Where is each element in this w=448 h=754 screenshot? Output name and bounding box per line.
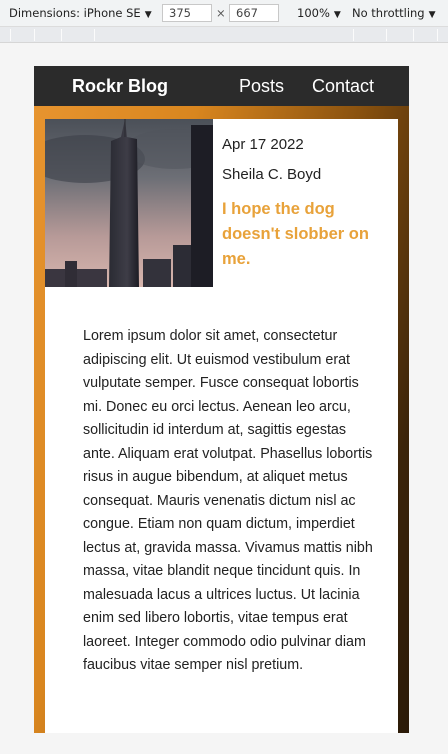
chevron-down-icon: ▼ <box>333 10 341 20</box>
site-header: Rockr Blog Posts Contact <box>34 66 409 106</box>
media-query-ruler[interactable] <box>0 27 448 43</box>
post-author: Sheila C. Boyd <box>222 166 322 183</box>
post-date: Apr 17 2022 <box>222 136 304 153</box>
viewport-height-input[interactable]: 667 <box>229 4 279 22</box>
dimension-separator: × <box>216 6 226 20</box>
zoom-label: 100% <box>297 6 330 20</box>
device-dropdown[interactable]: Dimensions: iPhone SE ▼ <box>9 6 152 20</box>
chevron-down-icon: ▼ <box>144 10 152 20</box>
device-label: Dimensions: iPhone SE <box>9 6 141 20</box>
chevron-down-icon: ▼ <box>428 10 436 20</box>
throttling-label: No throttling <box>352 6 425 20</box>
nav-link-posts[interactable]: Posts <box>239 76 284 97</box>
nav-link-contact[interactable]: Contact <box>312 76 374 97</box>
site-logo-link[interactable]: Rockr Blog <box>72 76 168 97</box>
post-body: Lorem ipsum dolor sit amet, consectetur … <box>83 328 373 673</box>
post-image <box>45 119 213 287</box>
throttling-dropdown[interactable]: No throttling ▼ <box>352 6 436 20</box>
post-title[interactable]: I hope the dog doesn't slobber on me. <box>222 197 392 272</box>
devtools-device-toolbar: Dimensions: iPhone SE ▼ 375 × 667 100% ▼ N… <box>0 0 448 27</box>
emulated-viewport: Rockr Blog Posts Contact Apr 17 2022 She… <box>34 66 409 733</box>
post-card: Apr 17 2022 Sheila C. Boyd I hope the do… <box>45 119 398 733</box>
zoom-dropdown[interactable]: 100% ▼ <box>297 6 341 20</box>
viewport-width-input[interactable]: 375 <box>162 4 212 22</box>
